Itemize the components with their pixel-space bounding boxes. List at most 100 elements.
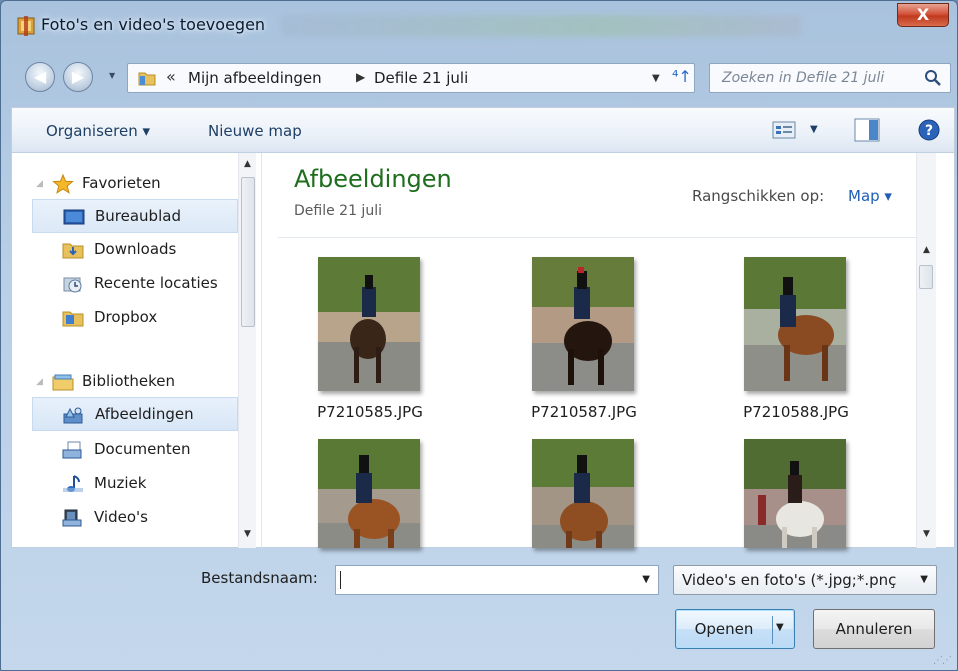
photo-thumbnail[interactable] [744,439,846,548]
search-icon[interactable] [924,69,942,87]
open-button[interactable]: Openen ▼ [675,609,795,649]
file-list-scrollbar[interactable]: ▲ ▼ [916,153,936,548]
scroll-up-icon[interactable]: ▲ [917,245,936,255]
address-row: ◀ ▶ ▼ « Mijn afbeeldingen ▶ Defile 21 ju… [1,47,957,103]
change-view-icon[interactable] [772,121,796,139]
forward-button[interactable]: ▶ [63,62,93,92]
sidebar-item-music[interactable]: Muziek [12,467,238,501]
new-folder-button[interactable]: Nieuwe map [208,122,302,140]
scroll-down-icon[interactable]: ▼ [239,529,256,539]
star-icon [52,174,74,194]
navigation-scrollbar[interactable]: ▲ ▼ [238,153,256,548]
downloads-icon [62,243,84,259]
window-title: Foto's en video's toevoegen [41,15,266,34]
file-name[interactable]: P7210588.JPG [706,403,886,421]
scrollbar-thumb[interactable] [241,177,255,327]
sidebar-item-label: Bibliotheken [82,372,175,390]
sidebar-item-label: Recente locaties [94,274,218,292]
scroll-up-icon[interactable]: ▲ [239,159,256,169]
open-button-label: Openen [694,620,754,638]
add-photos-dialog: Foto's en video's toevoegen X ◀ ▶ ▼ « Mi… [0,0,958,671]
photo-thumbnail[interactable] [532,439,634,548]
libraries-icon [52,374,74,391]
command-bar: Organiseren ▾ Nieuwe map ▼ ? [11,107,955,153]
pictures-library-icon [63,407,83,424]
file-type-dropdown-icon[interactable]: ▼ [920,574,928,585]
filename-input[interactable]: ▼ [335,565,659,595]
sidebar-item-favorites[interactable]: ◢ Favorieten [12,167,238,201]
search-placeholder: Zoeken in Defile 21 juli [722,70,885,86]
svg-text:?: ? [925,123,933,139]
parade-photo-image [318,439,420,548]
parade-photo-image [532,439,634,548]
open-options-dropdown-icon[interactable]: ▼ [776,622,784,633]
organise-button[interactable]: Organiseren ▾ [46,122,150,140]
breadcrumb-overflow-icon[interactable]: « [166,67,176,86]
desktop-icon [63,209,85,225]
dialog-footer: Bestandsnaam: ▼ Video's en foto's (*.jpg… [1,549,957,670]
address-dropdown-icon[interactable]: ▼ [652,73,660,84]
sidebar-item-label: Muziek [94,474,147,492]
scrollbar-thumb[interactable] [919,265,933,289]
breadcrumb-separator-icon[interactable]: ▶ [356,70,365,84]
sidebar-item-recent-places[interactable]: Recente locaties [12,267,238,301]
sidebar-item-label: Documenten [94,440,191,458]
sidebar-item-label: Bureaublad [95,207,181,225]
sidebar-item-desktop[interactable]: Bureaublad [32,199,238,233]
expand-libraries-icon[interactable]: ◢ [36,377,43,387]
cancel-button[interactable]: Annuleren [813,609,935,649]
sidebar-item-documents[interactable]: Documenten [12,433,238,467]
sidebar-item-videos[interactable]: Video's [12,501,238,535]
folder-icon [138,72,156,86]
title-bar: Foto's en video's toevoegen X [1,1,957,47]
parade-photo-image [744,439,846,548]
library-subtitle: Defile 21 juli [294,203,382,219]
close-button[interactable]: X [897,3,949,27]
file-list: Afbeeldingen Defile 21 juli Rangschikken… [264,153,936,548]
sidebar-item-label: Afbeeldingen [95,405,194,423]
breadcrumb-defile-21-juli[interactable]: Defile 21 juli [374,69,468,87]
breadcrumb-my-pictures[interactable]: Mijn afbeeldingen [188,69,322,87]
address-bar[interactable]: « Mijn afbeeldingen ▶ Defile 21 juli ▼ ⁴… [127,63,695,93]
recent-places-icon [63,277,82,293]
sidebar-item-libraries[interactable]: ◢ Bibliotheken [12,365,238,399]
parade-photo-image [318,257,420,391]
file-type-select[interactable]: Video's en foto's (*.jpg;*.pnç ▼ [673,565,937,595]
video-library-icon [62,509,82,527]
file-type-value: Video's en foto's (*.jpg;*.pnç [682,571,897,589]
help-icon[interactable]: ? [918,119,940,141]
photo-thumbnail[interactable] [532,257,634,391]
navigation-pane: ◢ Favorieten Bureaublad Downloads Recent… [12,153,262,548]
resize-grip-icon[interactable]: ⋰⋰ [933,655,952,666]
recent-pages-dropdown-icon[interactable]: ▼ [109,71,115,80]
file-name[interactable]: P7210585.JPG [280,403,460,421]
photo-thumbnail[interactable] [318,439,420,548]
parade-photo-image [532,257,634,391]
open-button-split [772,616,773,644]
refresh-icon[interactable]: ⁴↑ [672,67,692,86]
arrange-by-label: Rangschikken op: [692,187,825,205]
library-title: Afbeeldingen [294,165,452,193]
preview-pane-icon[interactable] [854,118,880,142]
back-button[interactable]: ◀ [25,62,55,92]
sidebar-item-label: Downloads [94,240,177,258]
scroll-down-icon[interactable]: ▼ [917,529,936,539]
sidebar-item-dropbox[interactable]: Dropbox [12,301,238,335]
file-name[interactable]: P7210587.JPG [494,403,674,421]
music-library-icon [63,475,83,492]
movie-maker-icon [17,16,35,36]
filename-dropdown-icon[interactable]: ▼ [642,574,650,585]
expand-favorites-icon[interactable]: ◢ [36,179,43,189]
photo-thumbnail[interactable] [744,257,846,391]
background-window-blur [281,15,801,37]
photo-thumbnail[interactable] [318,257,420,391]
parade-photo-image [744,257,846,391]
sidebar-item-pictures[interactable]: Afbeeldingen [32,397,238,431]
arrange-by-dropdown[interactable]: Map ▾ [848,187,892,205]
sidebar-item-label: Dropbox [94,308,158,326]
filename-label: Bestandsnaam: [201,569,318,587]
main-area: ◢ Favorieten Bureaublad Downloads Recent… [11,153,955,548]
search-input[interactable]: Zoeken in Defile 21 juli [709,63,951,93]
change-view-dropdown-icon[interactable]: ▼ [810,124,818,135]
sidebar-item-downloads[interactable]: Downloads [12,233,238,267]
